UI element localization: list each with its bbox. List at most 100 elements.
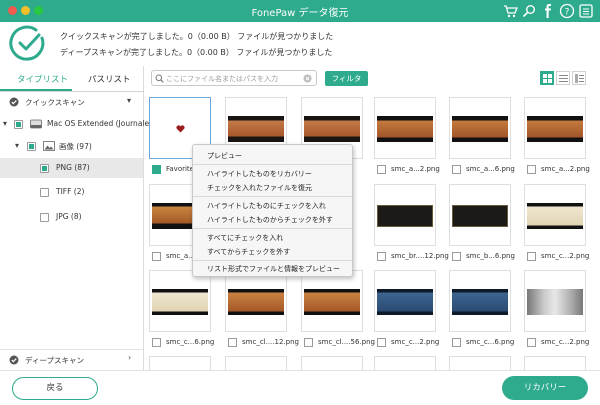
deep-scan-status-text: ディープスキャンが完了しました。0（0.00 B） ファイルが見つかりました bbox=[60, 48, 333, 57]
file-checkbox[interactable] bbox=[527, 252, 536, 261]
jpg-checkbox[interactable] bbox=[40, 213, 49, 222]
scan-complete-check-icon bbox=[9, 25, 45, 61]
file-checkbox[interactable] bbox=[452, 338, 461, 347]
file-thumbnail[interactable] bbox=[524, 270, 586, 332]
wood-texture-image bbox=[228, 289, 284, 315]
tree-tiff-label: TIFF (2) bbox=[56, 187, 85, 196]
heart-icon bbox=[176, 125, 185, 133]
detail-view-button[interactable] bbox=[572, 71, 586, 85]
file-checkbox[interactable] bbox=[152, 165, 161, 174]
blue-texture-image bbox=[377, 289, 433, 315]
file-checkbox[interactable] bbox=[228, 338, 237, 347]
file-thumbnail[interactable] bbox=[374, 97, 436, 159]
tree-volume-label: Mac OS Extended (Journaled) bbox=[47, 119, 157, 128]
file-name: smc_br....12.png bbox=[391, 252, 449, 260]
volume-checkbox[interactable] bbox=[14, 120, 23, 129]
file-thumbnail[interactable] bbox=[374, 184, 436, 246]
check-circle-icon bbox=[9, 355, 19, 365]
file-thumbnail[interactable] bbox=[301, 356, 363, 370]
blue-texture-image bbox=[452, 289, 508, 315]
file-checkbox[interactable] bbox=[377, 165, 386, 174]
file-thumbnail[interactable] bbox=[149, 356, 211, 370]
menu-item-uncheck-highlighted[interactable]: ハイライトしたものからチェックを外す bbox=[207, 215, 333, 225]
list-view-button[interactable] bbox=[556, 71, 570, 85]
tree-tiff[interactable]: TIFF (2) bbox=[0, 182, 143, 202]
left-panel: タイプリスト パスリスト クイックスキャン ▾ ▾ Mac OS Extende… bbox=[0, 66, 157, 370]
file-thumbnail[interactable] bbox=[149, 270, 211, 332]
menu-icon[interactable] bbox=[578, 3, 594, 19]
context-menu: プレビュー ハイライトしたものをリカバリー チェックを入れたファイルを復元 ハイ… bbox=[192, 144, 353, 277]
file-thumbnail[interactable] bbox=[225, 356, 287, 370]
file-name: smc_c...2.png bbox=[541, 252, 590, 260]
tree-quick-scan[interactable]: クイックスキャン ▾ bbox=[0, 92, 143, 112]
file-thumbnail[interactable] bbox=[449, 97, 511, 159]
menu-separator bbox=[193, 164, 352, 165]
facebook-icon[interactable] bbox=[540, 3, 556, 19]
svg-text:?: ? bbox=[565, 8, 570, 18]
filter-button[interactable]: フィルタ bbox=[325, 71, 368, 86]
file-thumbnail[interactable] bbox=[524, 97, 586, 159]
chevron-down-icon[interactable]: ▾ bbox=[15, 141, 19, 150]
file-checkbox[interactable] bbox=[377, 252, 386, 261]
search-icon bbox=[155, 74, 164, 83]
file-thumbnail[interactable] bbox=[225, 270, 287, 332]
file-checkbox[interactable] bbox=[527, 165, 536, 174]
tree-deep-scan[interactable]: ディープスキャン › bbox=[0, 349, 143, 369]
chevron-down-icon[interactable]: ▾ bbox=[3, 119, 7, 128]
menu-item-recover-highlighted[interactable]: ハイライトしたものをリカバリー bbox=[207, 169, 312, 179]
file-thumbnail[interactable] bbox=[524, 356, 586, 370]
file-checkbox[interactable] bbox=[527, 338, 536, 347]
tiff-checkbox[interactable] bbox=[40, 188, 49, 197]
file-checkbox[interactable] bbox=[377, 338, 386, 347]
file-name: smc_cl....56.png bbox=[318, 338, 375, 346]
grid-view-icon bbox=[543, 74, 552, 83]
cart-icon[interactable] bbox=[502, 3, 518, 19]
chevron-down-icon[interactable]: ▾ bbox=[127, 96, 131, 105]
file-thumbnail[interactable] bbox=[449, 184, 511, 246]
images-checkbox[interactable] bbox=[27, 142, 36, 151]
recover-button[interactable]: リカバリー bbox=[502, 376, 588, 400]
file-checkbox[interactable] bbox=[452, 165, 461, 174]
file-checkbox[interactable] bbox=[152, 252, 161, 261]
file-thumbnail[interactable] bbox=[449, 356, 511, 370]
parchment-texture-image bbox=[152, 289, 208, 315]
tab-type-list[interactable]: タイプリスト bbox=[17, 73, 68, 85]
scan-status-area: クイックスキャンが完了しました。0（0.00 B） ファイルが見つかりました デ… bbox=[0, 22, 600, 66]
menu-separator bbox=[193, 228, 352, 229]
tree-deep-scan-label: ディープスキャン bbox=[25, 356, 85, 365]
tree-volume[interactable]: ▾ Mac OS Extended (Journaled) bbox=[0, 114, 157, 134]
file-checkbox[interactable] bbox=[452, 252, 461, 261]
png-checkbox[interactable] bbox=[40, 164, 49, 173]
chevron-right-icon[interactable]: › bbox=[128, 353, 131, 362]
file-name: smc_c...6.png bbox=[466, 338, 515, 346]
menu-item-preview[interactable]: プレビュー bbox=[207, 151, 242, 161]
detail-view-icon bbox=[575, 74, 584, 83]
menu-item-uncheck-all[interactable]: すべてからチェックを外す bbox=[207, 247, 290, 257]
tab-path-list[interactable]: パスリスト bbox=[88, 73, 131, 85]
menu-item-list-preview[interactable]: リスト形式でファイルと情報をプレビュー bbox=[207, 264, 340, 274]
menu-item-check-highlighted[interactable]: ハイライトしたものにチェックを入れ bbox=[207, 201, 326, 211]
tree-jpg[interactable]: JPG (8) bbox=[0, 207, 143, 227]
help-icon[interactable]: ? bbox=[559, 3, 575, 19]
list-tabs: タイプリスト パスリスト bbox=[0, 66, 144, 92]
tree-png[interactable]: PNG (87) bbox=[0, 158, 143, 178]
file-name: smc_a...2.png bbox=[391, 165, 440, 173]
wood-texture-image bbox=[527, 116, 583, 142]
file-checkbox[interactable] bbox=[304, 338, 313, 347]
tree-quick-scan-label: クイックスキャン bbox=[25, 98, 85, 107]
grid-view-button[interactable] bbox=[540, 71, 554, 85]
clear-search-icon[interactable] bbox=[303, 74, 312, 83]
file-thumbnail[interactable] bbox=[374, 270, 436, 332]
key-search-icon[interactable] bbox=[521, 3, 537, 19]
tree-images[interactable]: ▾ 画像 (97) bbox=[0, 136, 143, 156]
menu-item-recover-checked[interactable]: チェックを入れたファイルを復元 bbox=[207, 183, 312, 193]
search-input[interactable]: ここにファイル名またはパスを入力 bbox=[151, 70, 317, 86]
back-button[interactable]: 戻る bbox=[12, 377, 98, 400]
menu-item-check-all[interactable]: すべてにチェックを入れ bbox=[207, 233, 283, 243]
file-thumbnail[interactable] bbox=[374, 356, 436, 370]
file-thumbnail[interactable] bbox=[449, 270, 511, 332]
wood-texture-image bbox=[228, 116, 284, 142]
file-thumbnail[interactable] bbox=[301, 270, 363, 332]
file-checkbox[interactable] bbox=[152, 338, 161, 347]
file-thumbnail[interactable] bbox=[524, 184, 586, 246]
